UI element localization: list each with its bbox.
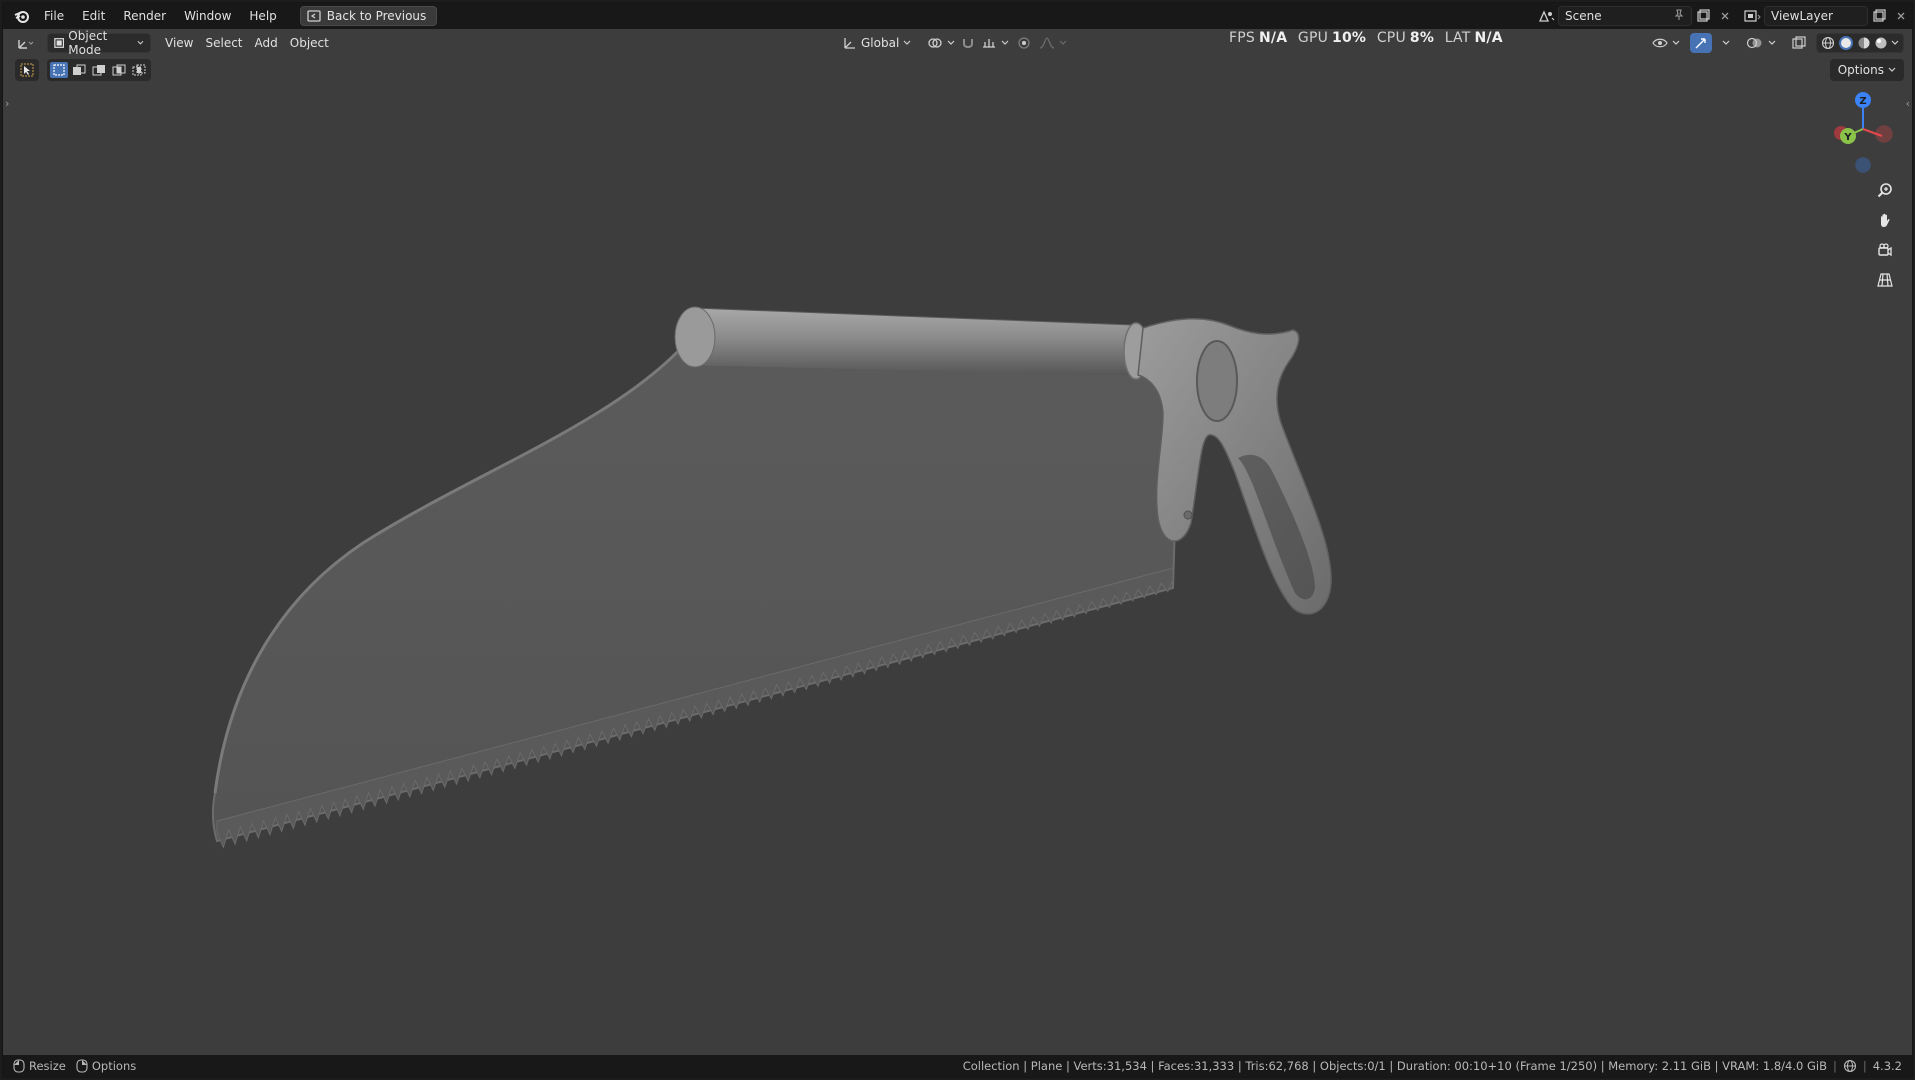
snap-target-selector[interactable] <box>975 33 1015 53</box>
status-bar: Resize Options Collection | Plane | Vert… <box>3 1055 1912 1077</box>
viewport-3d-scene[interactable] <box>3 3 1914 1079</box>
mode-selector[interactable]: Object Mode <box>47 29 151 57</box>
options-hint: Options <box>76 1059 136 1073</box>
lat-label: LAT <box>1444 30 1471 46</box>
scene-stats-text: Collection | Plane | Verts:31,534 | Face… <box>962 1059 1827 1073</box>
wireframe-shading-icon[interactable] <box>1821 36 1835 50</box>
gizmo-arrows-icon <box>1695 38 1706 49</box>
cpu-label: CPU <box>1376 30 1406 46</box>
overlay-circles-icon <box>1746 37 1762 49</box>
proportional-edit-icon <box>1018 37 1030 49</box>
resize-label: Resize <box>29 1059 66 1073</box>
axis-y-label: Y <box>1843 132 1852 143</box>
blender-version: 4.3.2 <box>1872 1059 1902 1073</box>
blender-window: File Edit Render Window Help Back to Pre… <box>2 2 1913 1078</box>
mouse-left-icon <box>13 1059 25 1073</box>
gizmo-dropdown[interactable] <box>1716 33 1736 53</box>
chevron-down-icon <box>903 40 911 45</box>
toolbar-expand-arrow-icon[interactable]: › <box>5 97 9 110</box>
transform-orientation-label: Global <box>861 36 900 50</box>
editor-type-button[interactable] <box>11 33 41 53</box>
chevron-down-icon <box>1672 40 1680 45</box>
scene-statistics: Collection | Plane | Verts:31,534 | Face… <box>962 1059 1902 1073</box>
solid-shading-icon[interactable] <box>1838 35 1854 51</box>
menu-object[interactable]: Object <box>284 33 335 53</box>
network-globe-icon <box>1843 1059 1856 1073</box>
chevron-down-icon <box>137 40 144 45</box>
snap-increment-icon <box>983 39 995 48</box>
visibility-selector[interactable] <box>1646 33 1686 53</box>
menu-view[interactable]: View <box>159 33 199 53</box>
performance-stats: FPS N/A GPU 10% CPU 8% LAT N/A <box>1229 30 1509 46</box>
overlays-toggle[interactable] <box>1740 33 1782 53</box>
transform-orientation-selector[interactable]: Global <box>837 33 917 53</box>
axis-z-label: Z <box>1859 96 1866 107</box>
fps-label: FPS <box>1229 30 1255 46</box>
active-tool-box[interactable] <box>15 59 39 81</box>
select-subtract-icon[interactable] <box>90 62 108 78</box>
mode-label: Object Mode <box>68 29 108 57</box>
chevron-down-icon <box>1059 40 1067 45</box>
status-options-label: Options <box>91 1059 137 1073</box>
gpu-label: GPU <box>1297 30 1329 46</box>
chevron-down-icon <box>1768 40 1776 45</box>
chevron-down-icon <box>1001 40 1009 45</box>
mouse-right-icon <box>76 1059 88 1073</box>
status-bar-hints: Resize Options <box>13 1059 136 1073</box>
perspective-grid-icon[interactable] <box>1872 267 1898 293</box>
material-preview-icon[interactable] <box>1857 36 1871 50</box>
select-extend-icon[interactable] <box>70 62 88 78</box>
select-intersect-icon[interactable] <box>130 62 148 78</box>
axis-x-icon[interactable] <box>1875 125 1893 143</box>
axis-neg-z-icon[interactable] <box>1855 157 1871 173</box>
cpu-value: 8% <box>1409 30 1435 46</box>
menu-select[interactable]: Select <box>199 33 248 53</box>
lat-value: N/A <box>1474 30 1503 46</box>
navigation-controls <box>1872 177 1898 293</box>
camera-view-icon[interactable] <box>1872 237 1898 263</box>
sidebar-expand-arrow-icon[interactable]: ‹ <box>1906 97 1910 110</box>
select-new-icon[interactable] <box>50 62 68 78</box>
resize-hint: Resize <box>13 1059 66 1073</box>
menu-add[interactable]: Add <box>249 33 284 53</box>
xray-toggle[interactable] <box>1786 33 1812 53</box>
shading-mode-group <box>1816 33 1904 53</box>
orientation-axis-icon <box>844 38 855 49</box>
gizmo-toggle[interactable] <box>1690 33 1712 53</box>
options-label: Options <box>1837 63 1884 77</box>
viewport-header: Object Mode View Select Add Object Globa… <box>3 29 1912 57</box>
eye-icon <box>1652 38 1668 48</box>
saw-blade <box>211 341 1180 849</box>
xray-icon <box>1792 36 1806 49</box>
zoom-icon[interactable] <box>1872 177 1898 203</box>
chevron-down-icon <box>1888 67 1896 72</box>
falloff-curve-icon <box>1039 37 1055 49</box>
object-mode-icon <box>54 38 65 48</box>
chevron-down-icon <box>1722 40 1730 45</box>
viewport-display-controls <box>1646 33 1904 53</box>
chevron-down-icon <box>947 40 955 45</box>
tool-settings-row <box>15 59 151 81</box>
fps-value: N/A <box>1258 30 1288 46</box>
pivot-icon <box>928 38 942 48</box>
proportional-falloff-selector[interactable] <box>1033 33 1073 53</box>
pan-hand-icon[interactable] <box>1872 207 1898 233</box>
chevron-down-icon[interactable] <box>1891 40 1899 46</box>
editor-type-icon <box>18 40 34 49</box>
selection-mode-group <box>47 59 151 81</box>
rendered-shading-icon[interactable] <box>1874 36 1888 50</box>
gpu-value: 10% <box>1332 30 1367 46</box>
select-cursor-icon[interactable] <box>18 62 36 78</box>
navigation-gizmo[interactable]: Y Z <box>1828 89 1898 175</box>
options-dropdown[interactable]: Options <box>1829 59 1904 81</box>
select-invert-icon[interactable] <box>110 62 128 78</box>
